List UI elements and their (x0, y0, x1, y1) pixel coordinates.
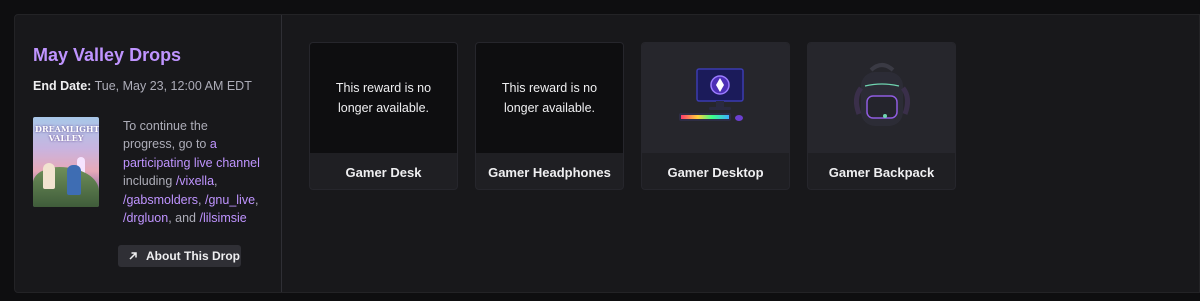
reward-image: This reward is no longer available. (476, 43, 623, 153)
campaign-info: May Valley Drops End Date: Tue, May 23, … (15, 15, 282, 292)
campaign-title: May Valley Drops (33, 45, 182, 65)
game-logo: DREAMLIGHT VALLEY (35, 124, 99, 143)
separator: , (255, 192, 259, 207)
reward-unavailable-text: This reward is no longer available. (335, 81, 432, 115)
description-including: including (123, 174, 176, 189)
end-date-label: End Date: (33, 79, 92, 93)
reward-image (642, 43, 789, 153)
about-this-drop-button[interactable]: About This Drop (118, 245, 241, 267)
reward-image (808, 43, 955, 153)
reward-card[interactable]: Gamer Backpack (807, 42, 956, 190)
cover-figure (43, 163, 55, 189)
reward-name: Gamer Desktop (667, 164, 764, 180)
end-date: End Date: Tue, May 23, 12:00 AM EDT (33, 79, 252, 93)
channel-link[interactable]: /gnu_live (205, 193, 255, 207)
campaign-description: To continue the progress, go to a partic… (123, 117, 263, 227)
reward-card[interactable]: Gamer Desktop (641, 42, 790, 190)
reward-card[interactable]: This reward is no longer available. Game… (309, 42, 458, 190)
separator: , (198, 192, 205, 207)
description-and: and (175, 211, 200, 226)
external-link-arrow-icon (129, 252, 137, 260)
reward-card[interactable]: This reward is no longer available. Game… (475, 42, 624, 190)
drop-campaign-panel: May Valley Drops End Date: Tue, May 23, … (14, 14, 1200, 293)
reward-name: Gamer Backpack (828, 164, 935, 180)
separator: , (214, 174, 218, 189)
game-cover-image[interactable]: DREAMLIGHT VALLEY (33, 117, 99, 207)
channel-link[interactable]: /gabsmolders (123, 193, 198, 207)
description-intro: To continue the progress, go to (123, 119, 210, 152)
end-date-value: Tue, May 23, 12:00 AM EDT (94, 79, 252, 93)
desktop-computer-icon (678, 68, 744, 121)
cover-figure (67, 165, 81, 195)
reward-name: Gamer Headphones (488, 164, 611, 180)
channel-link[interactable]: /lilsimsie (199, 211, 246, 225)
channel-link[interactable]: /drgluon (123, 211, 168, 225)
reward-name: Gamer Desk (345, 164, 422, 180)
about-button-label: About This Drop (146, 249, 240, 263)
backpack-icon (853, 63, 910, 126)
channel-link[interactable]: /vixella (176, 174, 214, 188)
reward-unavailable-text: This reward is no longer available. (501, 81, 598, 115)
reward-image: This reward is no longer available. (310, 43, 457, 153)
